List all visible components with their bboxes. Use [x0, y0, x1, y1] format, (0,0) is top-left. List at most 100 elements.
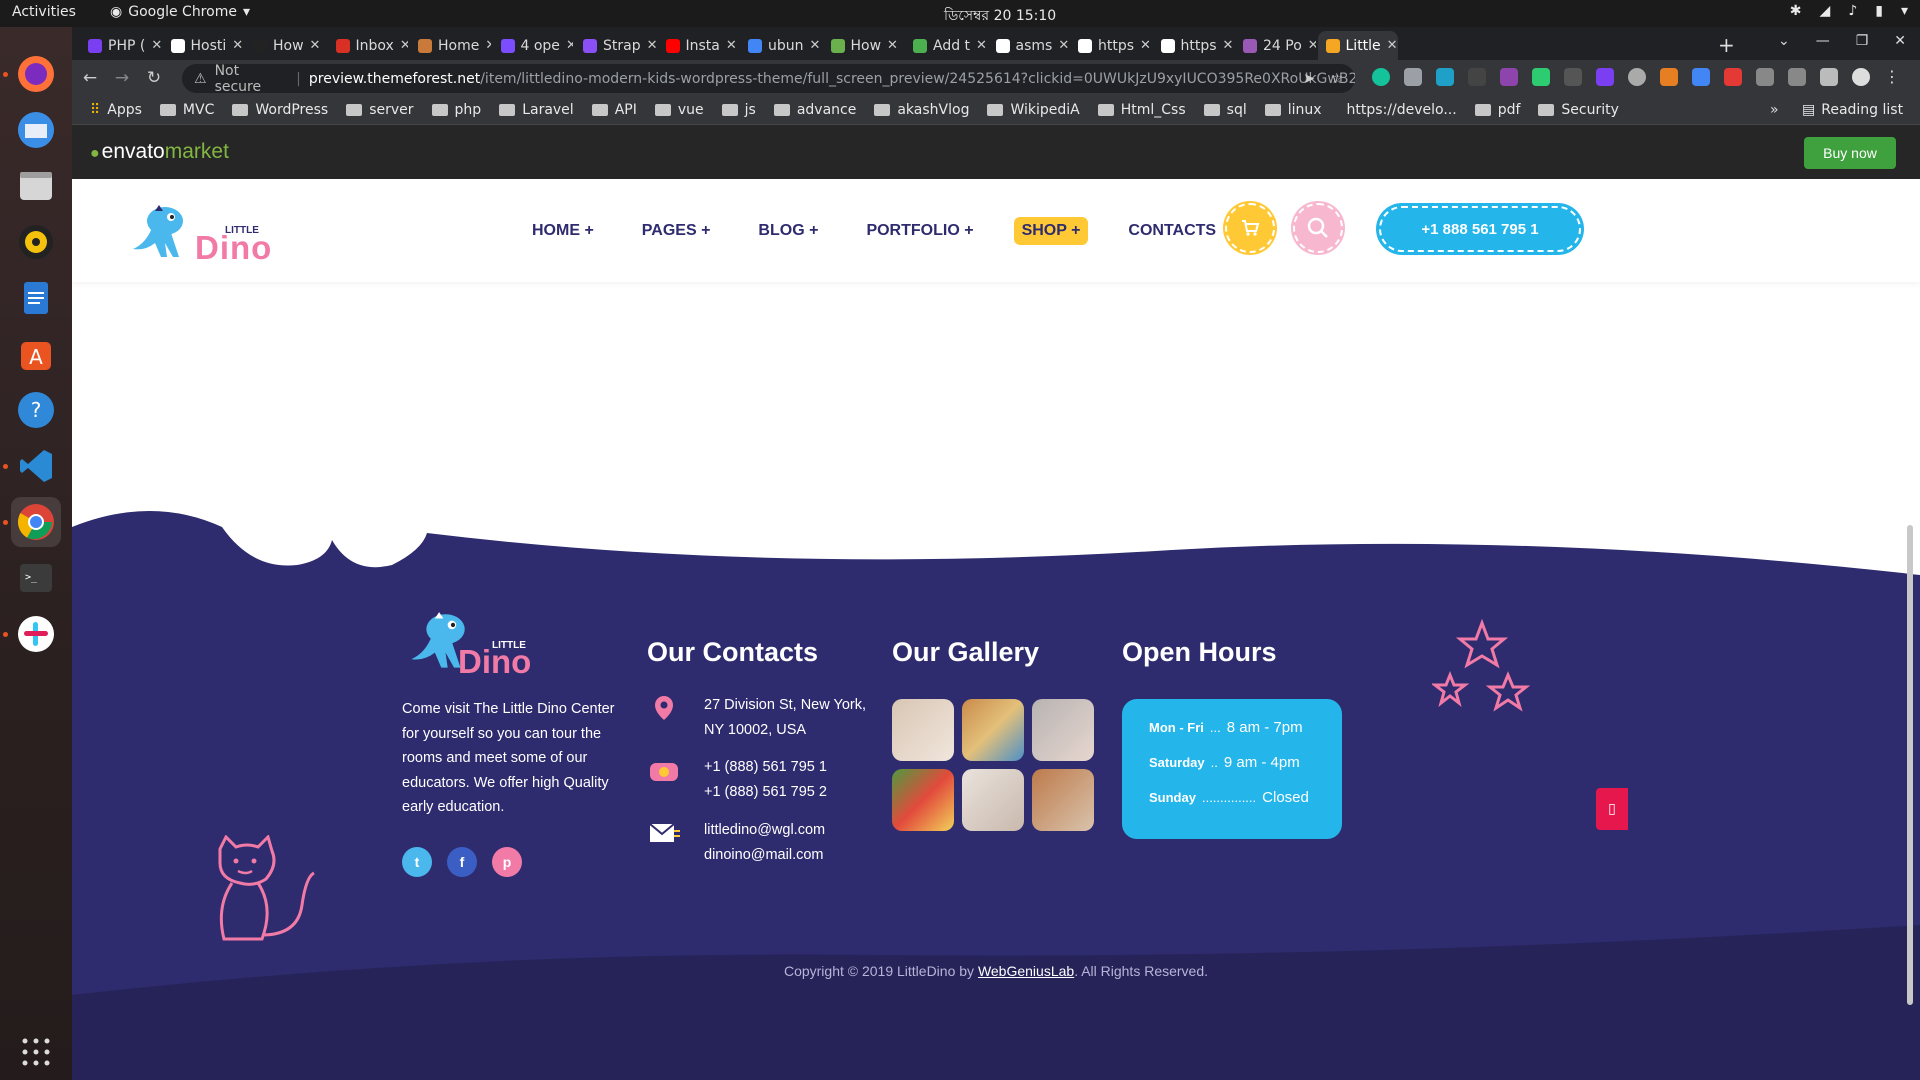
- bookmark-item[interactable]: Security: [1538, 102, 1619, 118]
- bookmark-item[interactable]: WikipediA: [987, 102, 1080, 118]
- tab-close-icon[interactable]: ✕: [485, 38, 490, 53]
- tab-search-icon[interactable]: ⌄: [1778, 33, 1790, 49]
- slack-icon[interactable]: [11, 609, 61, 659]
- pinterest-icon[interactable]: p: [492, 847, 522, 877]
- tab-close-icon[interactable]: ✕: [726, 38, 737, 53]
- bookmark-item[interactable]: WordPress: [232, 102, 328, 118]
- send-to-device-icon[interactable]: ➤: [1303, 71, 1315, 87]
- bookmark-item[interactable]: vue: [654, 102, 704, 118]
- bookmark-item[interactable]: js: [721, 102, 756, 118]
- bookmark-star-icon[interactable]: ☆: [1330, 71, 1343, 87]
- reload-icon[interactable]: ↻: [140, 68, 168, 88]
- thunderbird-icon[interactable]: [11, 105, 61, 155]
- vscode-icon[interactable]: [11, 441, 61, 491]
- page-scrollbar[interactable]: [1907, 525, 1913, 1005]
- help-icon[interactable]: ?: [11, 385, 61, 435]
- browser-tab[interactable]: 24 Po ✕: [1235, 31, 1316, 60]
- browser-tab[interactable]: 4 ope ✕: [493, 31, 573, 60]
- browser-tab[interactable]: Add t ✕: [905, 31, 986, 60]
- tab-close-icon[interactable]: ✕: [810, 38, 821, 53]
- power-menu-icon[interactable]: ▾: [1901, 3, 1908, 19]
- browser-tab[interactable]: Home ✕: [410, 31, 491, 60]
- tab-close-icon[interactable]: ✕: [400, 38, 408, 53]
- tab-close-icon[interactable]: ✕: [887, 38, 898, 53]
- tab-close-icon[interactable]: ✕: [976, 38, 985, 53]
- gallery-image[interactable]: [892, 699, 954, 761]
- twitter-icon[interactable]: t: [402, 847, 432, 877]
- footer-logo[interactable]: LITTLE Dino: [402, 605, 562, 685]
- tab-close-icon[interactable]: ✕: [232, 38, 243, 53]
- tab-close-icon[interactable]: ✕: [151, 38, 160, 53]
- terminal-icon[interactable]: >_: [11, 553, 61, 603]
- email-2[interactable]: dinoino@mail.com: [704, 843, 825, 868]
- grammarly-extension-icon[interactable]: [1372, 68, 1390, 86]
- tab-close-icon[interactable]: ✕: [1308, 38, 1316, 53]
- wifi-icon[interactable]: ◢: [1820, 3, 1831, 19]
- extension-icon[interactable]: [1660, 68, 1678, 86]
- address-bar[interactable]: ⚠ Not secure | preview.themeforest.net /…: [182, 63, 1355, 95]
- extension-icon[interactable]: [1500, 68, 1518, 86]
- bookmark-item[interactable]: linux: [1264, 102, 1322, 118]
- browser-tab[interactable]: How ✕: [823, 31, 904, 60]
- libreoffice-writer-icon[interactable]: [11, 273, 61, 323]
- browser-tab[interactable]: Strap ✕: [575, 31, 656, 60]
- warning-icon[interactable]: ⚠: [194, 71, 207, 87]
- bookmark-item[interactable]: Html_Css: [1097, 102, 1186, 118]
- reading-list-button[interactable]: ▤ Reading list: [1802, 102, 1903, 118]
- function-extension-icon[interactable]: [1468, 68, 1486, 86]
- app-menu[interactable]: ◉ Google Chrome ▾: [110, 4, 250, 20]
- extension-icon[interactable]: [1532, 68, 1550, 86]
- extension-icon[interactable]: [1724, 68, 1742, 86]
- bookmark-item[interactable]: akashVlog: [874, 102, 969, 118]
- extension-icon[interactable]: [1756, 68, 1774, 86]
- nav-portfolio[interactable]: PORTFOLIO +: [858, 217, 981, 245]
- forward-icon[interactable]: →: [108, 68, 136, 88]
- gallery-image[interactable]: [892, 769, 954, 831]
- vue-devtools-icon[interactable]: [1788, 68, 1806, 86]
- tab-close-icon[interactable]: ✕: [1223, 38, 1233, 53]
- email-1[interactable]: littledino@wgl.com: [704, 818, 825, 843]
- copyright-brand-link[interactable]: WebGeniusLab: [978, 963, 1074, 979]
- translate-extension-icon[interactable]: [1692, 68, 1710, 86]
- chrome-icon[interactable]: [11, 497, 61, 547]
- tab-close-icon[interactable]: ✕: [1058, 38, 1068, 53]
- cart-button[interactable]: [1225, 203, 1275, 253]
- bookmarks-overflow-icon[interactable]: »: [1770, 102, 1779, 118]
- bookmark-item[interactable]: pdf: [1474, 102, 1520, 118]
- extension-icon[interactable]: [1436, 68, 1454, 86]
- bookmark-item[interactable]: MVC: [159, 102, 214, 118]
- extension-icon[interactable]: [1404, 68, 1422, 86]
- gallery-image[interactable]: [962, 699, 1024, 761]
- facebook-icon[interactable]: f: [447, 847, 477, 877]
- bookmark-apps[interactable]: ⠿ Apps: [90, 102, 142, 118]
- browser-tab[interactable]: PHP (✕: [80, 31, 161, 60]
- bookmark-item[interactable]: Laravel: [499, 102, 574, 118]
- slack-tray-icon[interactable]: ✱: [1790, 3, 1802, 19]
- bookmark-item[interactable]: sql: [1203, 102, 1247, 118]
- clock[interactable]: ডিসেম্বর 20 15:10: [944, 4, 1056, 28]
- site-logo[interactable]: LITTLE Dino: [117, 193, 277, 267]
- volume-icon[interactable]: ♪: [1848, 3, 1857, 19]
- nav-shop[interactable]: SHOP +: [1013, 217, 1089, 245]
- tab-close-icon[interactable]: ✕: [1387, 38, 1398, 53]
- buy-now-button[interactable]: Buy now: [1804, 137, 1896, 169]
- gallery-image[interactable]: [962, 769, 1024, 831]
- restore-icon[interactable]: ❐: [1856, 33, 1869, 49]
- battery-icon[interactable]: ▮: [1875, 3, 1883, 19]
- phone-1[interactable]: +1 (888) 561 795 1: [704, 755, 827, 780]
- kebab-menu-icon[interactable]: ⋮: [1884, 68, 1902, 86]
- bookmark-item[interactable]: https://develo...: [1340, 102, 1457, 118]
- security-label[interactable]: Not secure: [215, 63, 289, 95]
- phone-2[interactable]: +1 (888) 561 795 2: [704, 780, 827, 805]
- browser-tab[interactable]: Little ✕: [1317, 31, 1398, 60]
- firefox-icon[interactable]: [11, 49, 61, 99]
- side-purchase-tab[interactable]: ▯: [1596, 788, 1628, 830]
- extension-icon[interactable]: [1564, 68, 1582, 86]
- tab-close-icon[interactable]: ✕: [310, 38, 321, 53]
- rhythmbox-icon[interactable]: [11, 217, 61, 267]
- gallery-image[interactable]: [1032, 699, 1094, 761]
- new-tab-button[interactable]: +: [1718, 33, 1735, 57]
- profile-avatar-icon[interactable]: [1852, 68, 1870, 86]
- browser-tab[interactable]: https ✕: [1153, 31, 1233, 60]
- phone-button[interactable]: +1 888 561 795 1: [1379, 206, 1581, 252]
